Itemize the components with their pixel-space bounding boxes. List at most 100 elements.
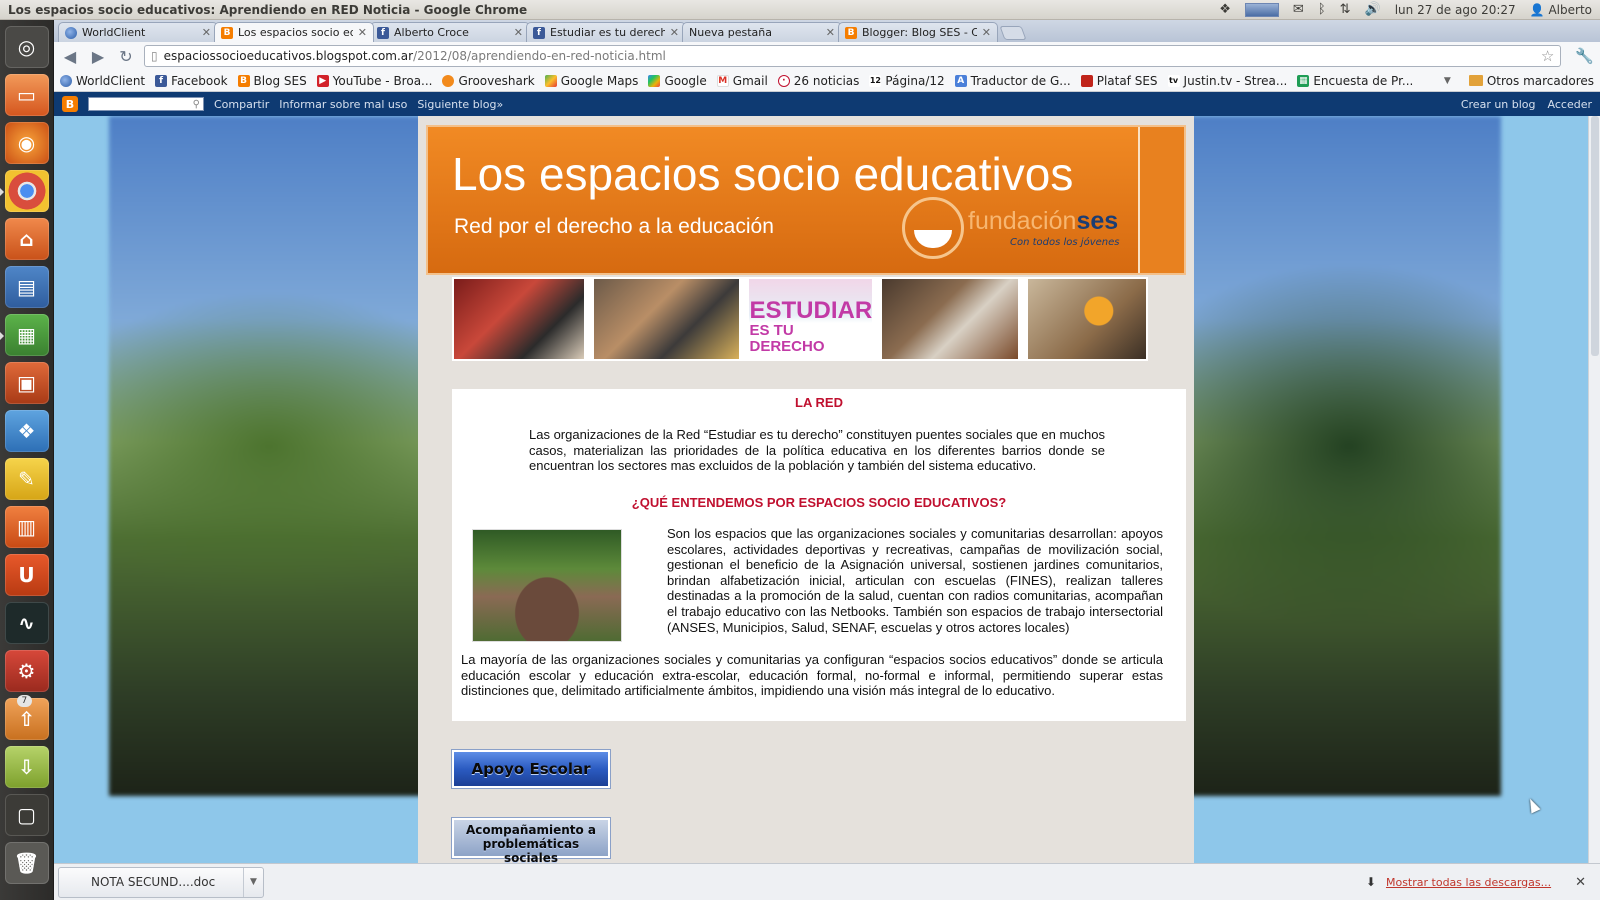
address-bar[interactable]: ▯ espaciossocioeducativos.blogspot.com.a… [144, 45, 1562, 67]
bookmark-traductor[interactable]: A Traductor de G... [954, 74, 1071, 88]
bookmark-google[interactable]: Google [648, 74, 707, 88]
fundacion-ses-logo-text: fundaciónses [968, 207, 1118, 236]
url-path: /2012/08/aprendiendo-en-red-noticia.html [413, 49, 666, 63]
bookmark-encuesta[interactable]: ▦ Encuesta de Pr... [1297, 74, 1413, 88]
apoyo-escolar-button[interactable]: Apoyo Escolar [452, 750, 610, 788]
tab-blogger[interactable]: B Blogger: Blog SES - Crear ✕ [838, 22, 998, 42]
wrench-menu-icon[interactable]: 🔧 [1575, 47, 1594, 65]
home-folder-icon[interactable]: ⌂ [4, 218, 49, 260]
post-photo [472, 529, 622, 642]
impress-icon[interactable]: ▣ [4, 362, 49, 404]
close-icon[interactable]: ✕ [1575, 875, 1586, 890]
scrollbar-thumb[interactable] [1591, 116, 1599, 356]
bookmark-star-icon[interactable]: ☆ [1541, 47, 1554, 65]
create-blog-link[interactable]: Crear un blog [1461, 98, 1536, 111]
bookmarks-bar: WorldClient f Facebook B Blog SES ▶ YouTube… [54, 70, 1600, 92]
trash-icon[interactable]: 🗑 [4, 842, 49, 884]
close-icon[interactable]: ✕ [358, 26, 367, 39]
reload-icon[interactable]: ↻ [116, 47, 136, 66]
notes-icon[interactable]: ✎ [4, 458, 49, 500]
bookmark-26-noticias[interactable]: · 26 noticias [777, 73, 860, 88]
bookmark-plataf-ses[interactable]: Plataf SES [1080, 74, 1158, 88]
bookmark-blog-ses[interactable]: B Blog SES [237, 73, 307, 88]
volume-icon[interactable]: 🔊 [1365, 2, 1381, 17]
system-monitor-icon[interactable]: ∿ [4, 602, 49, 644]
firefox-icon[interactable]: ◉ [4, 122, 49, 164]
back-icon[interactable]: ◀ [60, 47, 80, 66]
facebook-icon: f [533, 26, 545, 39]
chevron-down-icon[interactable]: ▼ [1444, 76, 1451, 86]
user-icon: 👤 [1529, 2, 1545, 17]
calc-icon[interactable]: ▦ [0, 314, 49, 356]
bookmark-label: WorldClient [76, 73, 146, 88]
sign-in-link[interactable]: Acceder [1548, 98, 1592, 111]
tab-alberto-croce[interactable]: f Alberto Croce ✕ [370, 22, 530, 42]
toolbar: ◀ ▶ ↻ ▯ espaciossocioeducativos.blogspot… [54, 42, 1600, 70]
update-manager-icon[interactable]: ⇧ 7 [4, 695, 49, 740]
forward-icon[interactable]: ▶ [88, 47, 108, 66]
navbar-right: Crear un blog Acceder [1461, 98, 1592, 111]
show-all-downloads-link[interactable]: Mostrar todas las descargas... [1386, 876, 1551, 889]
system-settings-icon[interactable]: ⚙ [4, 650, 49, 692]
downloads-folder-icon[interactable]: ⇩ [4, 746, 49, 788]
tab-espacios[interactable]: B Los espacios socio educati ✕ [214, 22, 374, 42]
ubuntu-one-icon[interactable]: U [4, 554, 49, 596]
bookmark-label: Blog SES [253, 73, 307, 88]
tab-worldclient[interactable]: WorldClient ✕ [58, 22, 218, 42]
blogger-icon: B [845, 26, 857, 39]
network-icon[interactable]: ⇅ [1340, 2, 1351, 17]
bookmark-facebook[interactable]: f Facebook [155, 74, 228, 88]
maps-icon [544, 74, 557, 87]
bluetooth-icon[interactable]: ᛒ [1318, 2, 1326, 17]
close-icon[interactable]: ✕ [670, 26, 679, 39]
files-folder-icon[interactable]: ▭ [4, 74, 49, 116]
software-center-icon[interactable]: ▥ [4, 506, 49, 548]
bookmark-gmail[interactable]: M Gmail [716, 74, 768, 88]
bookmark-label: 26 noticias [793, 73, 860, 88]
facebook-icon: f [155, 74, 168, 87]
dropbox-icon[interactable]: ❖ [1219, 2, 1231, 17]
blog-title[interactable]: Los espacios socio educativos [452, 147, 1073, 201]
new-tab-button[interactable] [999, 26, 1027, 40]
tab-estudiar[interactable]: f Estudiar es tu derecho ✕ [526, 22, 686, 42]
close-icon[interactable]: ✕ [514, 26, 523, 39]
system-load-icon[interactable] [1244, 2, 1279, 17]
writer-icon[interactable]: ▤ [4, 266, 49, 308]
chevron-down-icon[interactable]: ▼ [243, 867, 263, 897]
share-link[interactable]: Compartir [214, 98, 269, 111]
download-item[interactable]: NOTA SECUND....doc ▼ [58, 866, 264, 898]
page-scrollbar[interactable] [1588, 116, 1600, 863]
next-blog-link[interactable]: Siguiente blog» [417, 98, 503, 111]
window-title: Los espacios socio educativos: Aprendien… [8, 2, 528, 17]
bookmark-pagina12[interactable]: 12 Página/12 [869, 74, 945, 88]
acompanamiento-button[interactable]: Acompañamiento a problemáticas sociales [452, 818, 610, 863]
url-text[interactable]: espaciossocioeducativos.blogspot.com.ar/… [164, 49, 1535, 63]
user-menu[interactable]: 👤 Alberto [1530, 3, 1592, 17]
dropbox-launcher-icon[interactable]: ❖ [4, 410, 49, 452]
bookmark-youtube[interactable]: ▶ YouTube - Broa... [316, 74, 432, 88]
bookmark-worldclient[interactable]: WorldClient [60, 74, 145, 88]
user-name: Alberto [1548, 2, 1592, 17]
dash-home-icon[interactable]: ◎ [4, 26, 49, 68]
tab-nueva-pestana[interactable]: Nueva pestaña ✕ [682, 22, 842, 42]
blog-search-input[interactable]: ⚲ [88, 97, 204, 111]
google-icon [648, 74, 661, 87]
bookmark-grooveshark[interactable]: Grooveshark [442, 74, 535, 88]
download-file-name: NOTA SECUND....doc [91, 875, 216, 889]
download-arrow-icon: ⬇ [1365, 875, 1376, 889]
strip-photo-1 [454, 279, 584, 359]
mail-icon[interactable]: ✉ [1293, 2, 1304, 17]
search-icon[interactable]: ⚲ [193, 99, 200, 110]
page-viewport: Los espacios socio educativos Red por el… [54, 116, 1588, 863]
chrome-icon[interactable] [0, 170, 49, 212]
clock[interactable]: lun 27 de ago 20:27 [1395, 3, 1516, 17]
close-icon[interactable]: ✕ [202, 26, 211, 39]
other-bookmarks[interactable]: Otros marcadores [1468, 74, 1594, 88]
report-abuse-link[interactable]: Informar sobre mal uso [279, 98, 407, 111]
bookmark-justin[interactable]: tv Justin.tv - Strea... [1167, 74, 1287, 88]
bookmark-google-maps[interactable]: Google Maps [544, 74, 638, 88]
workspace-switcher-icon[interactable]: ▢ [4, 794, 49, 836]
close-icon[interactable]: ✕ [982, 26, 991, 39]
blogger-logo-icon[interactable]: B [62, 96, 78, 112]
close-icon[interactable]: ✕ [826, 26, 835, 39]
